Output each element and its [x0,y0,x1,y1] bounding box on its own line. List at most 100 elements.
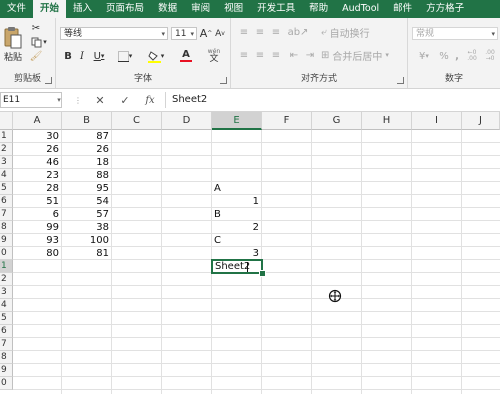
cell-b10[interactable]: 81 [62,247,112,260]
cell-e7[interactable]: B [212,208,262,221]
cell-e8[interactable]: 2 [212,221,262,234]
bold-button[interactable]: B [62,49,74,63]
phonetic-button[interactable]: wén 文 [202,48,226,63]
borders-button[interactable]: ▾ [114,49,136,63]
row-header-2[interactable]: 2 [0,143,13,156]
font-launcher-icon[interactable] [220,77,227,84]
row-header-10[interactable]: 0 [0,247,13,260]
tab-home[interactable]: 开始 [33,0,67,18]
format-painter-button[interactable]: 🖌 [28,50,44,62]
row-header-13[interactable]: 3 [0,286,13,299]
row-header-4[interactable]: 4 [0,169,13,182]
row-header-3[interactable]: 3 [0,156,13,169]
comma-button[interactable]: , [452,49,462,63]
decrease-indent-icon[interactable]: ⇤ [287,49,301,61]
tab-data[interactable]: 数据 [151,0,184,18]
cell-a9[interactable]: 93 [13,234,62,247]
align-left-icon[interactable]: ≡ [237,49,251,61]
cell-b9[interactable]: 100 [62,234,112,247]
column-header-e[interactable]: E [212,112,262,130]
row-header-16[interactable]: 6 [0,325,13,338]
row-header-1[interactable]: 1 [0,130,13,143]
cell-a4[interactable]: 23 [13,169,62,182]
column-header-g[interactable]: G [312,112,362,130]
cell-a7[interactable]: 6 [13,208,62,221]
row-header-5[interactable]: 5 [0,182,13,195]
column-header-d[interactable]: D [162,112,212,130]
row-header-8[interactable]: 8 [0,221,13,234]
cell-a5[interactable]: 28 [13,182,62,195]
wrap-text-button[interactable]: ⤶ 自动换行 [321,26,401,40]
cell-b1[interactable]: 87 [62,130,112,143]
name-box[interactable]: E11 [0,92,62,108]
copy-button[interactable]: ▾ [28,36,50,48]
column-header-j[interactable]: J [462,112,500,130]
enter-button[interactable]: ✓ [118,93,132,107]
select-all-corner[interactable] [0,112,13,130]
align-top-icon[interactable]: ≡ [237,26,251,38]
fill-color-button[interactable]: ▾ [144,49,168,63]
font-size-select[interactable]: 11 ▾ [171,27,197,40]
shrink-font-button[interactable]: Av [214,27,226,40]
orientation-icon[interactable]: ab↗ [287,26,309,38]
cell-b5[interactable]: 95 [62,182,112,195]
cell-b8[interactable]: 38 [62,221,112,234]
tab-review[interactable]: 审阅 [184,0,217,18]
fill-handle[interactable] [259,270,266,277]
tab-file[interactable]: 文件 [0,0,33,18]
column-header-c[interactable]: C [112,112,162,130]
active-cell-e11[interactable]: Sheet2 [211,259,263,274]
cell-a3[interactable]: 46 [13,156,62,169]
cell-a10[interactable]: 80 [13,247,62,260]
align-middle-icon[interactable]: ≡ [253,26,267,38]
italic-button[interactable]: I [76,49,88,63]
cancel-button[interactable]: ✕ [93,93,107,107]
paste-button[interactable]: 粘贴 [2,22,24,66]
align-center-icon[interactable]: ≡ [253,49,267,61]
tab-audtool[interactable]: AudTool [335,0,386,18]
row-header-6[interactable]: 6 [0,195,13,208]
cell-e6[interactable]: 1 [212,195,262,208]
row-header-20[interactable]: 0 [0,377,13,390]
decrease-decimal-button[interactable]: .00 →0 [482,49,498,63]
tab-insert[interactable]: 插入 [66,0,99,18]
row-header-14[interactable]: 4 [0,299,13,312]
cut-button[interactable]: ✂ [28,22,44,34]
currency-button[interactable]: ¥ ▾ [412,49,436,63]
row-header-12[interactable]: 2 [0,273,13,286]
cell-b4[interactable]: 88 [62,169,112,182]
tab-help[interactable]: 帮助 [302,0,335,18]
tab-page-layout[interactable]: 页面布局 [99,0,151,18]
align-bottom-icon[interactable]: ≡ [269,26,283,38]
cell-b6[interactable]: 54 [62,195,112,208]
tab-developer[interactable]: 开发工具 [250,0,302,18]
insert-function-button[interactable]: fx [142,93,158,107]
chevron-down-icon[interactable]: ▾ [56,96,62,104]
increase-decimal-button[interactable]: ←0 .00 [464,49,480,63]
column-header-f[interactable]: F [262,112,312,130]
cell-a1[interactable]: 30 [13,130,62,143]
column-header-i[interactable]: I [412,112,462,130]
tab-view[interactable]: 视图 [217,0,250,18]
row-header-19[interactable]: 9 [0,364,13,377]
cell-a2[interactable]: 26 [13,143,62,156]
column-header-b[interactable]: B [62,112,112,130]
formula-input[interactable]: Sheet2 [165,92,500,108]
font-color-button[interactable]: A [174,49,198,63]
cell-b3[interactable]: 18 [62,156,112,169]
percent-button[interactable]: % [438,49,450,63]
column-header-h[interactable]: H [362,112,412,130]
row-header-15[interactable]: 5 [0,312,13,325]
worksheet-grid[interactable]: A B C D E F G H I J 1 2 3 4 5 6 7 8 9 0 … [0,112,500,394]
cell-b2[interactable]: 26 [62,143,112,156]
cell-b7[interactable]: 57 [62,208,112,221]
row-header-18[interactable]: 8 [0,351,13,364]
align-right-icon[interactable]: ≡ [269,49,283,61]
cell-a8[interactable]: 99 [13,221,62,234]
merge-center-button[interactable]: ⊞ 合并后居中 ▾ [321,49,405,63]
cell-e5[interactable]: A [212,182,262,195]
grow-font-button[interactable]: A ^ [200,27,213,40]
increase-indent-icon[interactable]: ⇥ [303,49,317,61]
clipboard-launcher-icon[interactable] [45,77,52,84]
number-format-select[interactable]: 常规 ▾ [412,27,498,40]
